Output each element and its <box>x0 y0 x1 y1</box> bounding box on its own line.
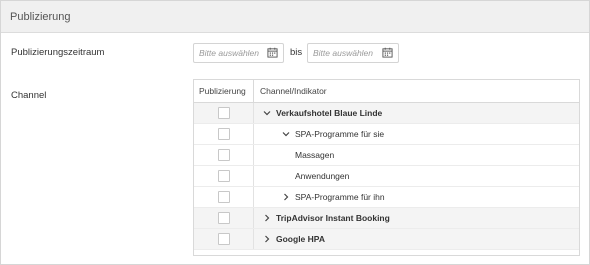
calendar-icon[interactable] <box>382 47 393 60</box>
column-header-publication: Publizierung <box>194 80 254 102</box>
publication-checkbox[interactable] <box>218 233 230 245</box>
channel-name: SPA-Programme für ihn <box>295 192 385 202</box>
table-row: Anwendungen <box>194 166 579 187</box>
table-body: Verkaufshotel Blaue Linde SPA-Programme f… <box>194 103 579 250</box>
date-from-placeholder: Bitte auswählen <box>199 48 260 58</box>
channel-table: Publizierung Channel/Indikator Verkaufsh… <box>193 79 580 256</box>
table-header: Publizierung Channel/Indikator <box>194 80 579 103</box>
calendar-icon[interactable] <box>267 47 278 60</box>
table-row: Massagen <box>194 145 579 166</box>
table-row: TripAdvisor Instant Booking <box>194 208 579 229</box>
channel-name: TripAdvisor Instant Booking <box>276 213 390 223</box>
publication-cell <box>194 124 254 144</box>
table-row: Google HPA <box>194 229 579 250</box>
publication-cell <box>194 145 254 165</box>
table-row: SPA-Programme für ihn <box>194 187 579 208</box>
channel-name: Verkaufshotel Blaue Linde <box>276 108 383 118</box>
date-to-placeholder: Bitte auswählen <box>313 48 374 58</box>
publication-cell <box>194 103 254 123</box>
channel-label: Channel <box>11 90 47 101</box>
publication-cell <box>194 166 254 186</box>
chevron-down-icon[interactable] <box>262 107 272 119</box>
publication-checkbox[interactable] <box>218 191 230 203</box>
publication-checkbox[interactable] <box>218 128 230 140</box>
channel-name: Massagen <box>295 150 335 160</box>
publication-checkbox[interactable] <box>218 149 230 161</box>
date-to-input[interactable]: Bitte auswählen <box>307 43 399 63</box>
period-label: Publizierungszeitraum <box>11 47 105 58</box>
panel-title: Publizierung <box>1 1 589 33</box>
channel-name: Google HPA <box>276 234 325 244</box>
chevron-down-icon[interactable] <box>281 128 291 140</box>
publication-checkbox[interactable] <box>218 212 230 224</box>
publication-panel: Publizierung Publizierungszeitraum Bitte… <box>0 0 590 265</box>
channel-name: Anwendungen <box>295 171 350 181</box>
publication-cell <box>194 229 254 249</box>
publication-checkbox[interactable] <box>218 107 230 119</box>
publication-checkbox[interactable] <box>218 170 230 182</box>
chevron-right-icon[interactable] <box>281 191 291 203</box>
chevron-right-icon[interactable] <box>262 233 272 245</box>
publication-cell <box>194 208 254 228</box>
table-row: SPA-Programme für sie <box>194 124 579 145</box>
channel-name: SPA-Programme für sie <box>295 129 385 139</box>
publication-cell <box>194 187 254 207</box>
table-row: Verkaufshotel Blaue Linde <box>194 103 579 124</box>
column-header-channel: Channel/Indikator <box>260 86 327 96</box>
date-from-input[interactable]: Bitte auswählen <box>193 43 284 63</box>
chevron-right-icon[interactable] <box>262 212 272 224</box>
date-separator: bis <box>290 47 303 58</box>
